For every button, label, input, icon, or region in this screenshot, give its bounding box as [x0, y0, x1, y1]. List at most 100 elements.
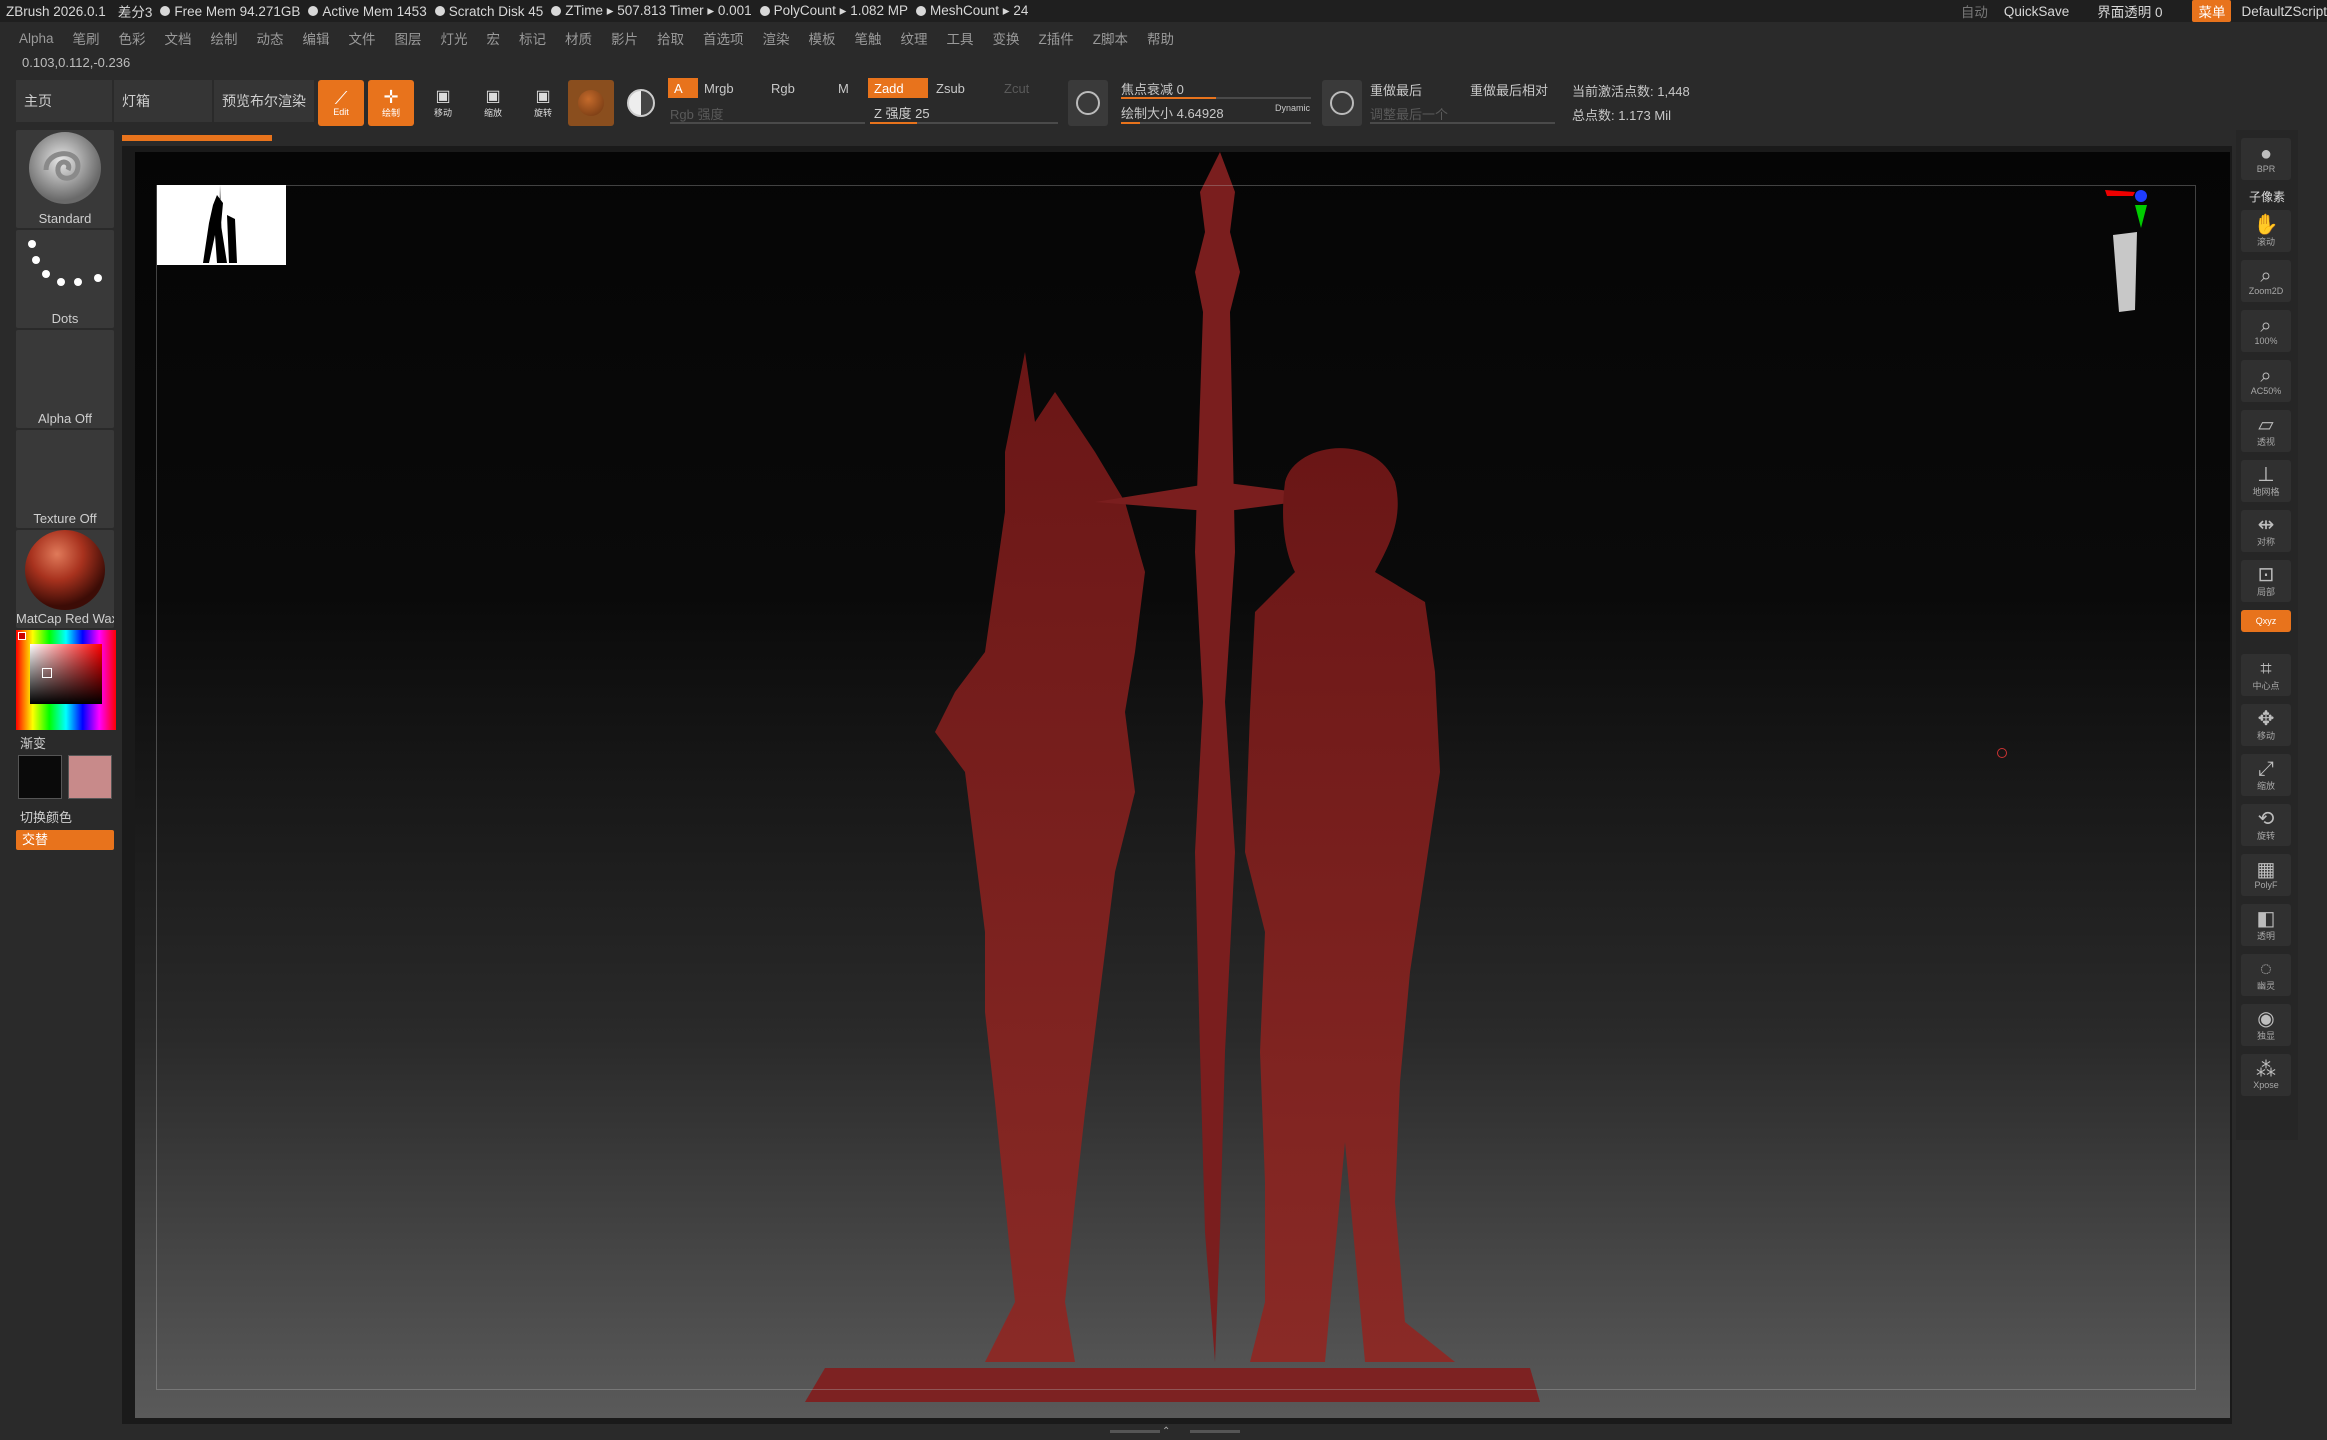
--button[interactable]: ◉ 独显 [2241, 1004, 2291, 1046]
z-intensity-slider[interactable]: Z 强度 25 [868, 102, 1058, 122]
menu-item[interactable]: 文件 [349, 28, 376, 48]
tab-bpr-preview[interactable]: 预览布尔渲染 [214, 80, 314, 122]
rotate-button[interactable]: ▣ 旋转 [520, 80, 566, 126]
menu-item[interactable]: 图层 [395, 28, 422, 48]
rgb-intensity-slider[interactable]: Rgb 强度 [670, 104, 723, 123]
menu-item[interactable]: 标记 [519, 28, 546, 48]
menu-item[interactable]: 纹理 [901, 28, 928, 48]
menu-item[interactable]: 编辑 [303, 28, 330, 48]
zoom2d-button[interactable]: ⌕ Zoom2D [2241, 260, 2291, 302]
menu-item[interactable]: 影片 [611, 28, 638, 48]
--button[interactable]: ⌗ 中心点 [2241, 654, 2291, 696]
redo-last-button[interactable]: 重做最后 [1370, 80, 1422, 99]
polyf-button[interactable]: ▦ PolyF [2241, 854, 2291, 896]
color-mode-button[interactable] [618, 80, 664, 126]
menu-item[interactable]: 色彩 [119, 28, 146, 48]
rgb-intensity-track[interactable] [670, 122, 865, 124]
draw-size-track[interactable] [1121, 122, 1311, 124]
default-zscript[interactable]: DefaultZScript [2241, 4, 2327, 19]
adjust-last-slider[interactable]: 调整最后一个 [1370, 104, 1448, 123]
menu-item[interactable]: 宏 [487, 28, 501, 48]
redo-last-relative-button[interactable]: 重做最后相对 [1470, 80, 1548, 99]
color-cursor[interactable] [42, 668, 52, 678]
--button[interactable]: ✋ 滚动 [2241, 210, 2291, 252]
menu-item[interactable]: 绘制 [211, 28, 238, 48]
z-intensity-track[interactable] [870, 122, 1058, 124]
zadd-toggle[interactable]: Zadd [868, 78, 928, 98]
menu-item[interactable]: 渲染 [763, 28, 790, 48]
menu-item[interactable]: 模板 [809, 28, 836, 48]
bottom-tray-handle[interactable]: ⌃ [1110, 1426, 1240, 1437]
zcut-toggle[interactable]: Zcut [1004, 81, 1029, 96]
collapse-arrow-icon[interactable]: ⌃ [1162, 1426, 1170, 1437]
menu-item[interactable]: 笔触 [855, 28, 882, 48]
menu-item[interactable]: 工具 [947, 28, 974, 48]
menu-item[interactable]: 笔刷 [73, 28, 100, 48]
tab-home[interactable]: 主页 [16, 80, 112, 122]
menu-item[interactable]: 首选项 [703, 28, 744, 48]
menu-item[interactable]: 动态 [257, 28, 284, 48]
menu-item[interactable]: 变换 [993, 28, 1020, 48]
menu-item[interactable]: 灯光 [441, 28, 468, 48]
focal-shift-slider[interactable]: 焦点衰减 0 [1121, 79, 1184, 98]
xpose-button[interactable]: ⁂ Xpose [2241, 1054, 2291, 1096]
menu-item[interactable]: Alpha [19, 31, 54, 46]
menu-item[interactable]: 文档 [165, 28, 192, 48]
menu-button[interactable]: 菜单 [2192, 0, 2232, 22]
dynamic-toggle[interactable]: Dynamic [1275, 103, 1310, 113]
--button[interactable]: ▱ 透视 [2241, 410, 2291, 452]
--button[interactable]: ⇹ 对称 [2241, 510, 2291, 552]
alpha-selector[interactable]: Alpha Off [16, 330, 114, 428]
--button[interactable]: ⊡ 局部 [2241, 560, 2291, 602]
a-toggle[interactable]: A [668, 78, 698, 98]
100--button[interactable]: ⌕ 100% [2241, 310, 2291, 352]
tab-lightbox[interactable]: 灯箱 [114, 80, 212, 122]
draw-size-slider[interactable]: 绘制大小 4.64928 [1121, 103, 1224, 122]
tab-home-label: 主页 [24, 93, 52, 109]
rgb-toggle[interactable]: Rgb [771, 81, 795, 96]
tray-handle-right [1190, 1430, 1240, 1433]
switch-color-button[interactable]: 切换颜色 [20, 807, 72, 826]
--button[interactable]: ✥ 移动 [2241, 704, 2291, 746]
adjust-last-track[interactable] [1370, 122, 1555, 124]
zsub-toggle[interactable]: Zsub [936, 81, 965, 96]
quicksave-button[interactable]: QuickSave [2004, 4, 2069, 19]
ac50--button[interactable]: ⌕ AC50% [2241, 360, 2291, 402]
--button[interactable]: ◌ 幽灵 [2241, 954, 2291, 996]
gradient-toggle[interactable]: 渐变 [20, 733, 46, 752]
focal-shift-track[interactable] [1121, 97, 1311, 99]
draw-button[interactable]: ✛ 绘制 [368, 80, 414, 126]
m-toggle[interactable]: M [838, 81, 849, 96]
hue-cursor[interactable] [18, 632, 26, 640]
menu-item[interactable]: 帮助 [1147, 28, 1174, 48]
mrgb-toggle[interactable]: Mrgb [704, 81, 734, 96]
edit-button[interactable]: ⟋ Edit [318, 80, 364, 126]
alternate-button[interactable]: 交替 [16, 830, 114, 850]
subpixel-label[interactable]: 子像素 [2236, 188, 2298, 205]
xyz-rotate-button[interactable]: Qxyz [2241, 610, 2291, 632]
--button[interactable]: ⤢ 缩放 [2241, 754, 2291, 796]
menu-item[interactable]: 材质 [565, 28, 592, 48]
transparency-slider[interactable]: 界面透明 0 [2097, 1, 2162, 21]
texture-selector[interactable]: Texture Off [16, 430, 114, 528]
--button[interactable]: ⊥ 地网格 [2241, 460, 2291, 502]
menu-item[interactable]: Z插件 [1039, 28, 1074, 48]
menu-item[interactable]: Z脚本 [1093, 28, 1128, 48]
move-button[interactable]: ▣ 移动 [420, 80, 466, 126]
brush-selector[interactable]: Standard [16, 130, 114, 228]
--button[interactable]: ◧ 透明 [2241, 904, 2291, 946]
--button[interactable]: ⟲ 旋转 [2241, 804, 2291, 846]
focal-shift-button[interactable] [1068, 80, 1108, 126]
saturation-square[interactable] [30, 644, 102, 704]
ghost-icon: ◌ [2260, 957, 2272, 980]
stroke-selector[interactable]: Dots [16, 230, 114, 328]
primary-color-swatch[interactable] [18, 755, 62, 799]
color-picker[interactable] [16, 630, 116, 730]
secondary-color-swatch[interactable] [68, 755, 112, 799]
bpr-button[interactable]: ● BPR [2241, 138, 2291, 180]
material-swatch-button[interactable] [568, 80, 614, 126]
scale-button[interactable]: ▣ 缩放 [470, 80, 516, 126]
redo-dial-button[interactable] [1322, 80, 1362, 126]
material-selector[interactable]: MatCap Red Wax [16, 530, 114, 628]
menu-item[interactable]: 拾取 [657, 28, 684, 48]
